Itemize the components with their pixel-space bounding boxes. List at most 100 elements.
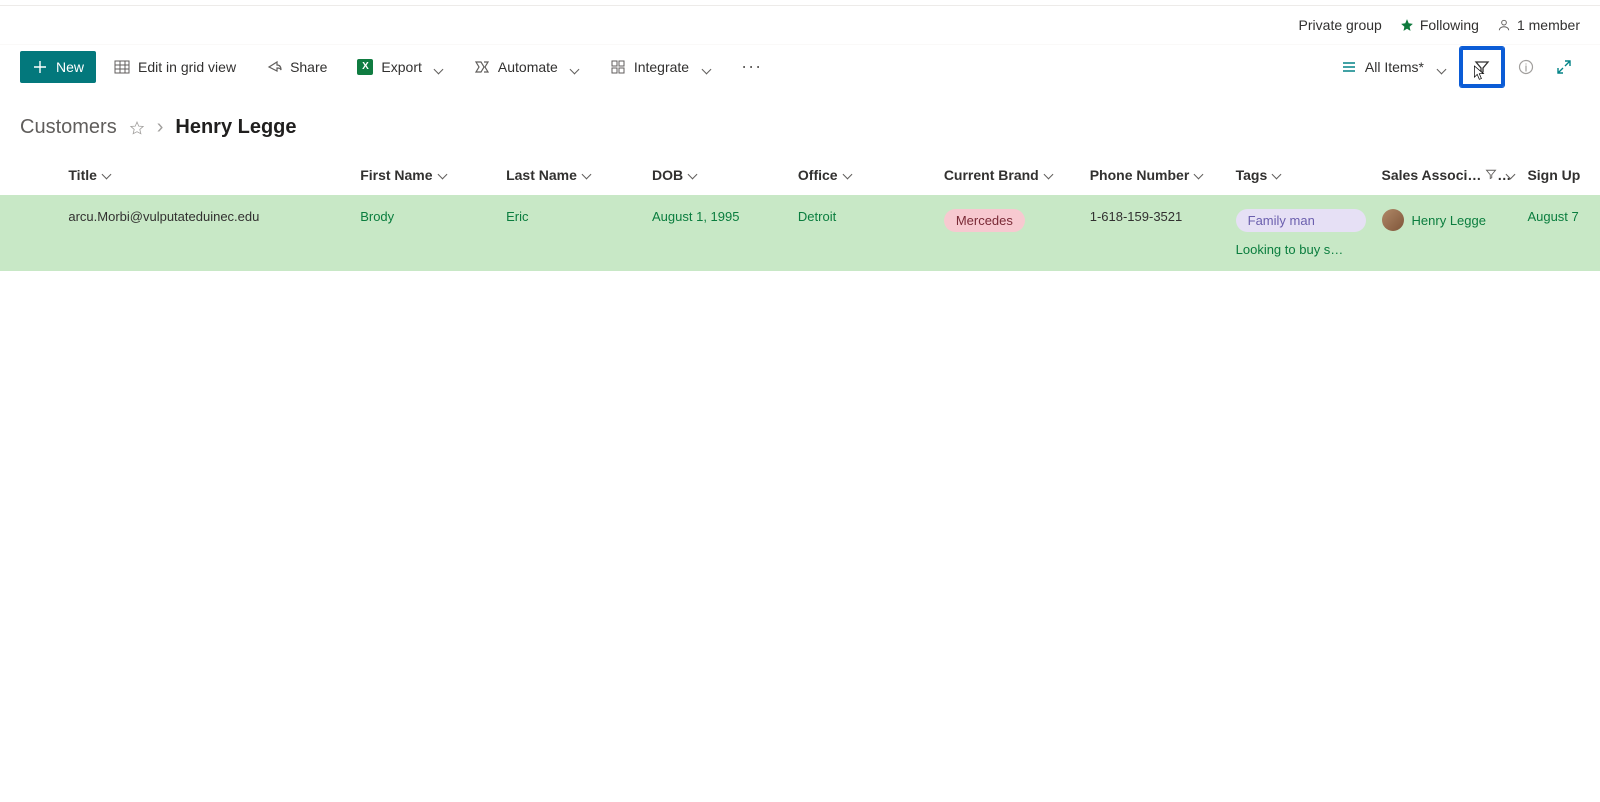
breadcrumb: Customers › Henry Legge (0, 88, 1600, 157)
cell-signup-text: August 7 (1527, 209, 1578, 224)
chevron-down-icon (1436, 62, 1446, 72)
column-selector[interactable] (0, 157, 60, 195)
table-row[interactable]: arcu.Morbi@vulputateduinec.edu Brody Eri… (0, 195, 1600, 271)
column-brand[interactable]: Current Brand (936, 157, 1082, 195)
cell-tags[interactable]: Family man Looking to buy s… (1228, 195, 1374, 271)
members-text: 1 member (1517, 17, 1580, 33)
column-last-name-label: Last Name (506, 167, 577, 183)
automate-label: Automate (498, 59, 558, 75)
view-label: All Items* (1365, 59, 1424, 75)
group-header: Private group Following 1 member (0, 6, 1600, 44)
ellipsis-icon: ··· (741, 56, 762, 77)
chevron-down-icon (103, 167, 113, 177)
cell-title[interactable]: arcu.Morbi@vulputateduinec.edu (60, 195, 352, 271)
column-office-label: Office (798, 167, 838, 183)
following-toggle[interactable]: Following (1400, 17, 1479, 33)
members-button[interactable]: 1 member (1497, 17, 1580, 33)
associate-name: Henry Legge (1412, 213, 1486, 228)
cell-first-name-text: Brody (360, 209, 394, 224)
chevron-down-icon (1045, 167, 1055, 177)
column-assoc-label: Sales Associ… (1382, 167, 1482, 183)
associate-chip: Henry Legge (1382, 209, 1512, 231)
column-sales-associate[interactable]: Sales Associ… (1374, 157, 1520, 195)
cell-title-text: arcu.Morbi@vulputateduinec.edu (68, 209, 259, 224)
cell-sales-associate[interactable]: Henry Legge (1374, 195, 1520, 271)
share-button[interactable]: Share (254, 51, 339, 83)
expand-button[interactable] (1548, 51, 1580, 83)
funnel-icon (1474, 59, 1490, 75)
chevron-down-icon (689, 167, 699, 177)
tag-pill: Family man (1236, 209, 1366, 232)
column-tags-label: Tags (1236, 167, 1268, 183)
list-view: Title First Name Last Name DOB Office Cu… (0, 157, 1600, 271)
integrate-icon (610, 59, 626, 75)
cell-first-name[interactable]: Brody (352, 195, 498, 271)
chevron-down-icon (583, 167, 593, 177)
share-icon (266, 59, 282, 75)
column-dob[interactable]: DOB (644, 157, 790, 195)
chevron-down-icon (1273, 167, 1283, 177)
grid-icon (114, 59, 130, 75)
filter-pane-button[interactable] (1460, 47, 1504, 87)
export-button[interactable]: X Export (345, 51, 455, 83)
star-outline-icon[interactable] (129, 120, 145, 136)
chevron-down-icon (439, 167, 449, 177)
column-brand-label: Current Brand (944, 167, 1039, 183)
column-signup[interactable]: Sign Up (1519, 157, 1600, 195)
column-dob-label: DOB (652, 167, 683, 183)
expand-icon (1556, 59, 1572, 75)
integrate-button[interactable]: Integrate (598, 51, 723, 83)
privacy-text: Private group (1299, 17, 1382, 33)
cell-office[interactable]: Detroit (790, 195, 936, 271)
cell-office-text: Detroit (798, 209, 836, 224)
list-icon (1341, 59, 1357, 75)
info-icon (1518, 59, 1534, 75)
column-tags[interactable]: Tags (1228, 157, 1374, 195)
cell-dob[interactable]: August 1, 1995 (644, 195, 790, 271)
share-label: Share (290, 59, 327, 75)
chevron-down-icon (1195, 167, 1205, 177)
column-office[interactable]: Office (790, 157, 936, 195)
tag-stack: Family man Looking to buy s… (1236, 209, 1366, 257)
person-icon (1497, 18, 1511, 32)
view-selector[interactable]: All Items* (1333, 51, 1454, 83)
info-pane-button[interactable] (1510, 51, 1542, 83)
automate-button[interactable]: Automate (462, 51, 592, 83)
funnel-icon (1485, 168, 1497, 180)
plus-icon (32, 59, 48, 75)
cell-last-name[interactable]: Eric (498, 195, 644, 271)
breadcrumb-root[interactable]: Customers (20, 116, 117, 139)
column-first-name-label: First Name (360, 167, 432, 183)
cell-last-name-text: Eric (506, 209, 528, 224)
brand-pill: Mercedes (944, 209, 1025, 232)
breadcrumb-current: Henry Legge (175, 116, 296, 139)
new-label: New (56, 59, 84, 75)
table-header: Title First Name Last Name DOB Office Cu… (0, 157, 1600, 195)
edit-grid-label: Edit in grid view (138, 59, 236, 75)
column-title[interactable]: Title (60, 157, 352, 195)
cell-signup[interactable]: August 7 (1519, 195, 1600, 271)
following-text: Following (1420, 17, 1479, 33)
column-first-name[interactable]: First Name (352, 157, 498, 195)
data-table: Title First Name Last Name DOB Office Cu… (0, 157, 1600, 271)
column-last-name[interactable]: Last Name (498, 157, 644, 195)
integrate-label: Integrate (634, 59, 689, 75)
cell-brand[interactable]: Mercedes (936, 195, 1082, 271)
chevron-down-icon (701, 62, 711, 72)
cell-phone[interactable]: 1-618-159-3521 (1082, 195, 1228, 271)
new-button[interactable]: New (20, 51, 96, 83)
more-button[interactable]: ··· (729, 51, 774, 83)
column-phone[interactable]: Phone Number (1082, 157, 1228, 195)
row-selector[interactable] (0, 195, 60, 271)
chevron-down-icon (434, 62, 444, 72)
column-signup-label: Sign Up (1527, 167, 1580, 183)
export-label: Export (381, 59, 421, 75)
edit-grid-button[interactable]: Edit in grid view (102, 51, 248, 83)
breadcrumb-separator: › (157, 116, 164, 139)
command-bar: New Edit in grid view Share X Export Aut… (0, 44, 1600, 88)
star-icon (1400, 18, 1414, 32)
chevron-down-icon (570, 62, 580, 72)
avatar (1382, 209, 1404, 231)
chevron-down-icon (844, 167, 854, 177)
privacy-label: Private group (1299, 17, 1382, 33)
